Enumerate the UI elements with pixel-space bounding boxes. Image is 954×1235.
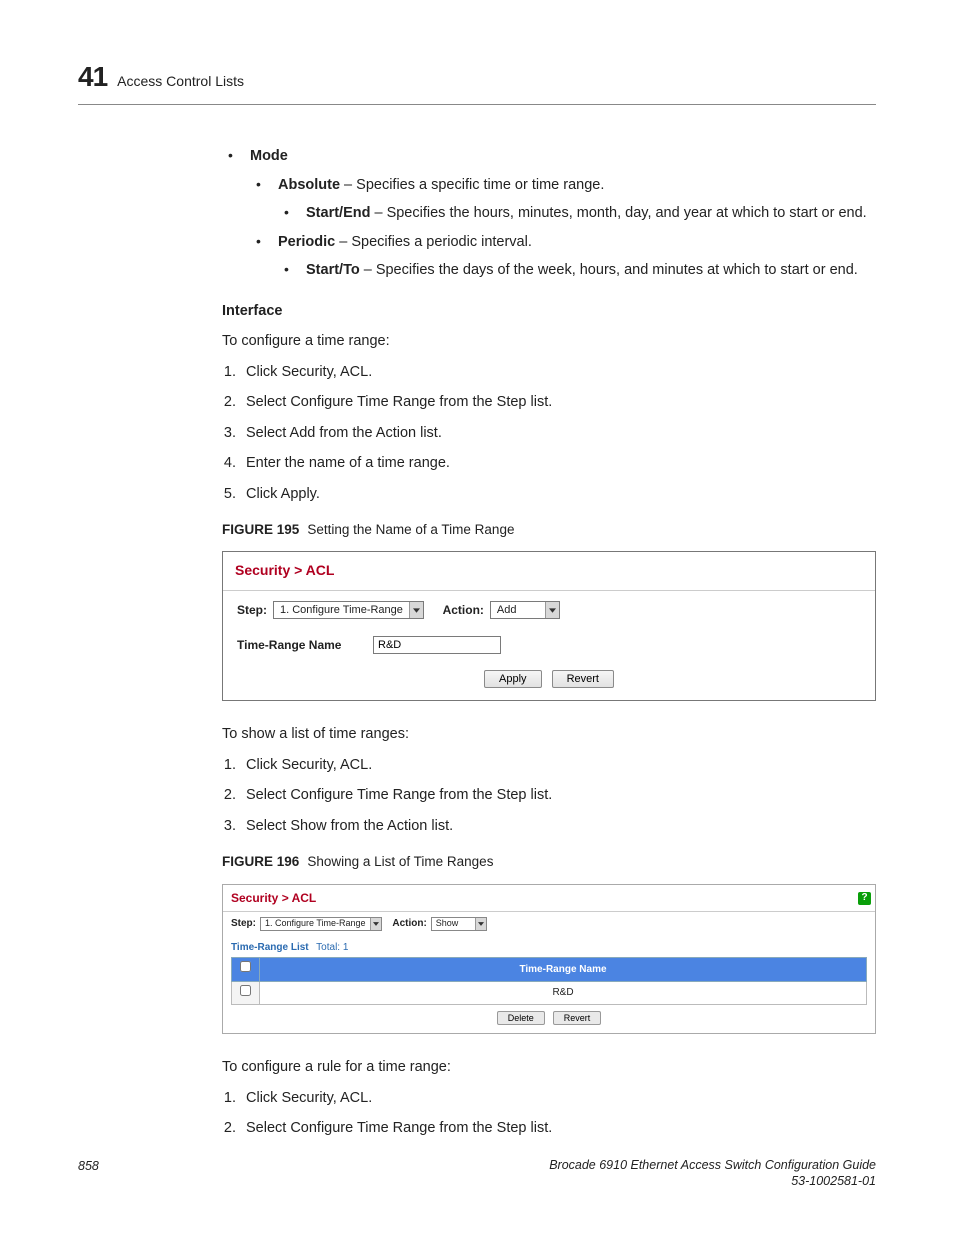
- row-name: R&D: [260, 981, 867, 1005]
- step-action-row: Step: 1. Configure Time-Range Action: Sh…: [231, 916, 867, 932]
- header-rule: [78, 104, 876, 105]
- absolute-item: Absolute – Specifies a specific time or …: [250, 174, 876, 225]
- fig-title: Setting the Name of a Time Range: [307, 522, 514, 537]
- action-label: Action:: [443, 601, 484, 620]
- list-label: Time-Range List: [231, 942, 309, 953]
- page-number: 858: [78, 1157, 99, 1190]
- chevron-down-icon: [370, 918, 381, 930]
- name-row: Time-Range Name: [237, 636, 861, 655]
- action-select[interactable]: Add: [490, 601, 560, 619]
- fig-num: FIGURE 195: [222, 522, 299, 537]
- breadcrumb: Security > ACL: [231, 889, 316, 908]
- list-heading: Time-Range List Total: 1: [231, 940, 867, 956]
- step: Select Add from the Action list.: [240, 422, 876, 444]
- intro-2: To show a list of time ranges:: [222, 723, 876, 745]
- intro-3: To configure a rule for a time range:: [222, 1056, 876, 1078]
- absolute-desc: – Specifies a specific time or time rang…: [340, 177, 604, 193]
- startend-desc: – Specifies the hours, minutes, month, d…: [370, 205, 866, 221]
- page-content: Mode Absolute – Specifies a specific tim…: [222, 145, 876, 1139]
- time-range-name-input[interactable]: [373, 636, 501, 654]
- page-header: 41 Access Control Lists: [78, 55, 876, 98]
- delete-button[interactable]: Delete: [497, 1011, 545, 1025]
- select-all-header: [232, 958, 260, 982]
- table-row: R&D: [232, 981, 867, 1005]
- step: Enter the name of a time range.: [240, 452, 876, 474]
- step: Select Show from the Action list.: [240, 815, 876, 837]
- step: Select Configure Time Range from the Ste…: [240, 1117, 876, 1139]
- chapter-number: 41: [78, 55, 107, 98]
- startto-label: Start/To: [306, 262, 360, 278]
- figure-195-label: FIGURE 195 Setting the Name of a Time Ra…: [222, 519, 876, 541]
- page-footer: 858 Brocade 6910 Ethernet Access Switch …: [78, 1157, 876, 1190]
- revert-button[interactable]: Revert: [552, 670, 614, 688]
- step-select[interactable]: 1. Configure Time-Range: [260, 917, 382, 931]
- step-select[interactable]: 1. Configure Time-Range: [273, 601, 424, 619]
- step-action-row: Step: 1. Configure Time-Range Action: Ad…: [237, 601, 861, 620]
- chevron-down-icon: [409, 602, 423, 618]
- periodic-item: Periodic – Specifies a periodic interval…: [250, 231, 876, 282]
- mode-list: Mode Absolute – Specifies a specific tim…: [222, 145, 876, 281]
- figure-196-panel: Security > ACL ? Step: 1. Configure Time…: [222, 884, 876, 1035]
- startto-item: Start/To – Specifies the days of the wee…: [278, 259, 876, 281]
- table-header-row: Time-Range Name: [232, 958, 867, 982]
- name-label: Time-Range Name: [237, 636, 367, 655]
- fig-num: FIGURE 196: [222, 854, 299, 869]
- step-label: Step:: [237, 601, 267, 620]
- steps-3: Click Security, ACL. Select Configure Ti…: [222, 1087, 876, 1140]
- action-select[interactable]: Show: [431, 917, 487, 931]
- periodic-label: Periodic: [278, 234, 335, 250]
- fig-title: Showing a List of Time Ranges: [307, 854, 493, 869]
- action-label: Action:: [392, 916, 426, 932]
- steps-2: Click Security, ACL. Select Configure Ti…: [222, 754, 876, 837]
- list-total: Total: 1: [316, 942, 348, 953]
- step: Click Security, ACL.: [240, 361, 876, 383]
- intro-1: To configure a time range:: [222, 330, 876, 352]
- chevron-down-icon: [545, 602, 559, 618]
- startend-item: Start/End – Specifies the hours, minutes…: [278, 202, 876, 224]
- step: Select Configure Time Range from the Ste…: [240, 784, 876, 806]
- chapter-title: Access Control Lists: [117, 71, 244, 93]
- step-value: 1. Configure Time-Range: [261, 917, 370, 931]
- revert-button[interactable]: Revert: [553, 1011, 602, 1025]
- step-value: 1. Configure Time-Range: [274, 602, 409, 619]
- breadcrumb: Security > ACL: [223, 552, 875, 591]
- mode-label: Mode: [250, 148, 288, 164]
- apply-button[interactable]: Apply: [484, 670, 542, 688]
- chevron-down-icon: [475, 918, 486, 930]
- interface-heading: Interface: [222, 300, 876, 322]
- startend-label: Start/End: [306, 205, 370, 221]
- startto-desc: – Specifies the days of the week, hours,…: [360, 262, 858, 278]
- step-label: Step:: [231, 916, 256, 932]
- periodic-desc: – Specifies a periodic interval.: [335, 234, 532, 250]
- doc-title: Brocade 6910 Ethernet Access Switch Conf…: [549, 1157, 876, 1173]
- step: Click Security, ACL.: [240, 1087, 876, 1109]
- figure-195-panel: Security > ACL Step: 1. Configure Time-R…: [222, 551, 876, 701]
- step: Select Configure Time Range from the Ste…: [240, 391, 876, 413]
- figure-196-label: FIGURE 196 Showing a List of Time Ranges: [222, 851, 876, 873]
- action-value: Show: [432, 917, 475, 931]
- time-range-table: Time-Range Name R&D: [231, 957, 867, 1005]
- select-all-checkbox[interactable]: [240, 961, 251, 972]
- steps-1: Click Security, ACL. Select Configure Ti…: [222, 361, 876, 505]
- help-icon[interactable]: ?: [858, 892, 871, 905]
- step: Click Apply.: [240, 483, 876, 505]
- action-value: Add: [491, 602, 545, 619]
- row-checkbox[interactable]: [240, 985, 251, 996]
- mode-item: Mode Absolute – Specifies a specific tim…: [222, 145, 876, 281]
- doc-number: 53-1002581-01: [549, 1173, 876, 1189]
- step: Click Security, ACL.: [240, 754, 876, 776]
- absolute-label: Absolute: [278, 177, 340, 193]
- name-column-header: Time-Range Name: [260, 958, 867, 982]
